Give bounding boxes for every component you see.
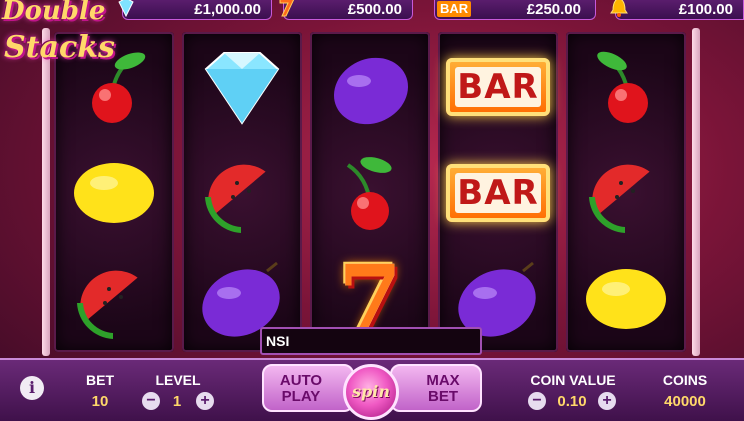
watermelon-symbol [182, 140, 302, 246]
diamond-symbol [182, 34, 302, 140]
lemon-icon [586, 269, 666, 329]
bell-icon [610, 0, 628, 17]
payout-bar: BAR £250.00 [434, 0, 596, 20]
slot-game-screen: £1,000.00 £500.00 BAR £250.00 £100.00 Do… [0, 0, 744, 421]
bet-label: BET [86, 372, 114, 388]
message-bar: NSI [260, 327, 482, 355]
spin-button[interactable]: spin [343, 364, 399, 420]
level-value: 1 [172, 393, 182, 410]
control-bar: i BET 10 LEVEL − 1 + AUTO PLAY MAX BET s… [0, 358, 744, 421]
reel-area: 7 BAR BAR [50, 32, 690, 352]
cherry-symbol [566, 34, 686, 140]
plum-icon [334, 57, 408, 125]
plum-symbol [310, 34, 430, 140]
coins-label: COINS [662, 372, 708, 388]
seven-icon [279, 0, 295, 17]
bar-icon: BAR [437, 1, 472, 17]
info-button[interactable]: i [20, 376, 44, 400]
coin-value-increase-button[interactable]: + [598, 392, 616, 410]
watermelon-symbol [54, 246, 174, 352]
frame-right-edge [692, 28, 700, 356]
cherry-icon [346, 157, 392, 230]
level-label: LEVEL [155, 372, 201, 388]
lemon-symbol [566, 246, 686, 352]
bar-symbol: BAR [438, 140, 558, 246]
payout-seven: £500.00 [279, 0, 413, 20]
payout-bell: £100.00 [610, 0, 744, 20]
coin-value-decrease-button[interactable]: − [528, 392, 546, 410]
autoplay-button[interactable]: AUTO PLAY [262, 364, 354, 412]
game-logo: Double Stacks [2, 0, 115, 65]
max-bet-button[interactable]: MAX BET [390, 364, 482, 412]
watermelon-icon [589, 164, 650, 233]
coin-value: 0.10 [557, 393, 587, 410]
level-increase-button[interactable]: + [196, 392, 214, 410]
bar-symbol: BAR [438, 34, 558, 140]
reel-2 [182, 32, 302, 352]
bar-icon: BAR [446, 164, 550, 222]
bar-icon: BAR [446, 58, 550, 116]
cherry-symbol [310, 140, 430, 246]
level-decrease-button[interactable]: − [142, 392, 160, 410]
coins-value: 40000 [664, 393, 706, 410]
diamond-icon [204, 52, 280, 125]
payout-diamond: £1,000.00 [118, 0, 272, 20]
watermelon-icon [205, 164, 266, 233]
watermelon-symbol [566, 140, 686, 246]
lemon-icon [74, 163, 154, 223]
bet-value: 10 [91, 393, 109, 410]
reel-3: 7 [310, 32, 430, 352]
reel-4: BAR BAR [438, 32, 558, 352]
cherry-icon [597, 51, 648, 123]
coin-value-label: COIN VALUE [530, 372, 616, 388]
lemon-symbol [54, 140, 174, 246]
reel-5 [566, 32, 686, 352]
watermelon-icon [77, 270, 138, 339]
